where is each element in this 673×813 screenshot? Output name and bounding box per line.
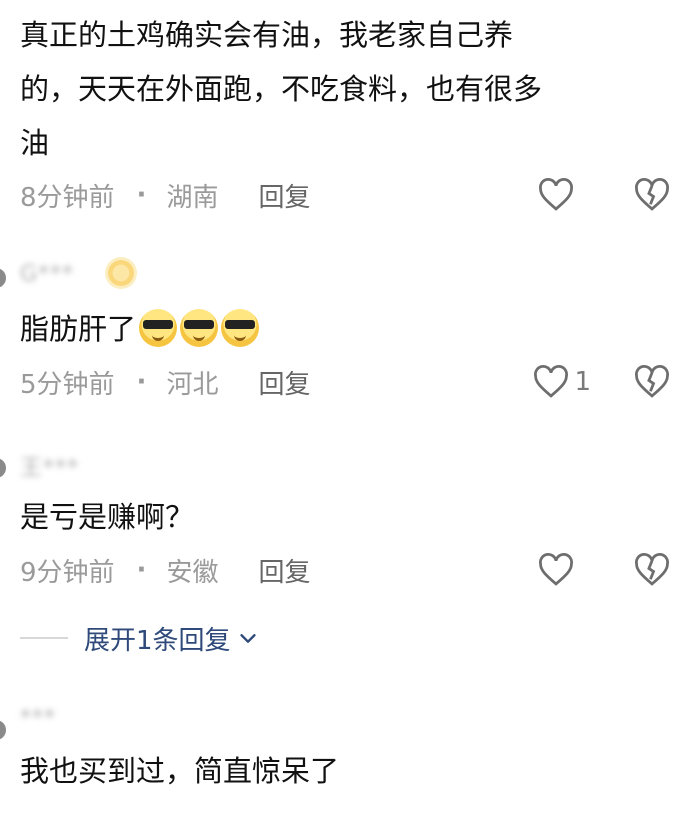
dislike-button[interactable] — [633, 175, 673, 215]
comment-content: 我也买到过，简直惊呆了 — [20, 744, 653, 798]
comment-text: 我也买到过，简直惊呆了 — [20, 754, 340, 788]
like-button[interactable]: 1 — [532, 362, 591, 402]
comment-time: 9分钟前 — [20, 557, 115, 588]
broken-heart-icon — [635, 178, 669, 211]
user-badge-icon — [108, 260, 134, 286]
reply-button[interactable]: 回复 — [258, 364, 310, 401]
comment-meta: 8分钟前 · 湖南 回复 — [20, 175, 310, 215]
avatar[interactable] — [0, 458, 6, 478]
cool-sunglasses-emoji — [139, 309, 178, 347]
cool-sunglasses-emoji — [180, 309, 219, 347]
username[interactable]: G*** — [20, 262, 74, 287]
comment-line: 油 — [20, 126, 50, 160]
heart-outline-icon — [534, 365, 569, 398]
broken-heart-icon — [635, 553, 669, 586]
comment-text: 是亏是赚啊？ — [20, 500, 195, 534]
comment-2: G*** 脂肪肝了 5分钟前 · 河北 回复 1 — [0, 240, 673, 420]
comment-content: 脂肪肝了 — [20, 302, 653, 356]
meta-separator: · — [136, 180, 147, 210]
username[interactable]: *** — [20, 706, 56, 731]
comment-time: 8分钟前 — [20, 182, 115, 213]
reply-button[interactable]: 回复 — [258, 552, 310, 589]
comment-content: 真正的土鸡确实会有油，我老家自己养 的，天天在外面跑，不吃食料，也有很多 油 — [20, 8, 653, 170]
like-button[interactable] — [537, 550, 579, 590]
reply-button[interactable]: 回复 — [258, 177, 310, 214]
avatar[interactable] — [0, 268, 6, 288]
comment-text: 脂肪肝了 — [20, 312, 137, 346]
comment-4: *** 我也买到过，简直惊呆了 — [0, 690, 673, 813]
heart-outline-icon — [539, 178, 573, 211]
broken-heart-icon — [635, 365, 669, 398]
comment-time: 5分钟前 — [20, 369, 115, 400]
comment-3: 王*** 是亏是赚啊？ 9分钟前 · 安徽 回复 — [0, 430, 673, 610]
dislike-button[interactable] — [633, 362, 673, 402]
divider — [20, 637, 68, 639]
cool-sunglasses-emoji — [221, 309, 260, 347]
expand-replies-label: 展开1条回复 — [84, 625, 231, 656]
comment-content: 是亏是赚啊？ — [20, 490, 653, 544]
meta-separator: · — [136, 555, 147, 585]
comment-location: 湖南 — [166, 182, 219, 213]
username[interactable]: 王*** — [20, 450, 79, 481]
comment-meta: 5分钟前 · 河北 回复 — [20, 362, 310, 402]
chevron-down-icon — [239, 634, 256, 643]
avatar[interactable] — [0, 720, 6, 740]
expand-replies-button[interactable]: 展开1条回复 — [20, 620, 259, 656]
dislike-button[interactable] — [633, 550, 673, 590]
heart-outline-icon — [539, 553, 573, 586]
comment-line: 的，天天在外面跑，不吃食料，也有很多 — [20, 72, 543, 106]
comment-meta: 9分钟前 · 安徽 回复 — [20, 550, 310, 590]
comment-location: 河北 — [166, 369, 219, 400]
comment-1: 真正的土鸡确实会有油，我老家自己养 的，天天在外面跑，不吃食料，也有很多 油 8… — [0, 0, 673, 220]
comment-location: 安徽 — [166, 557, 219, 588]
like-button[interactable] — [537, 175, 579, 215]
meta-separator: · — [136, 367, 147, 397]
like-count: 1 — [574, 367, 591, 397]
comment-line: 真正的土鸡确实会有油，我老家自己养 — [20, 18, 514, 52]
